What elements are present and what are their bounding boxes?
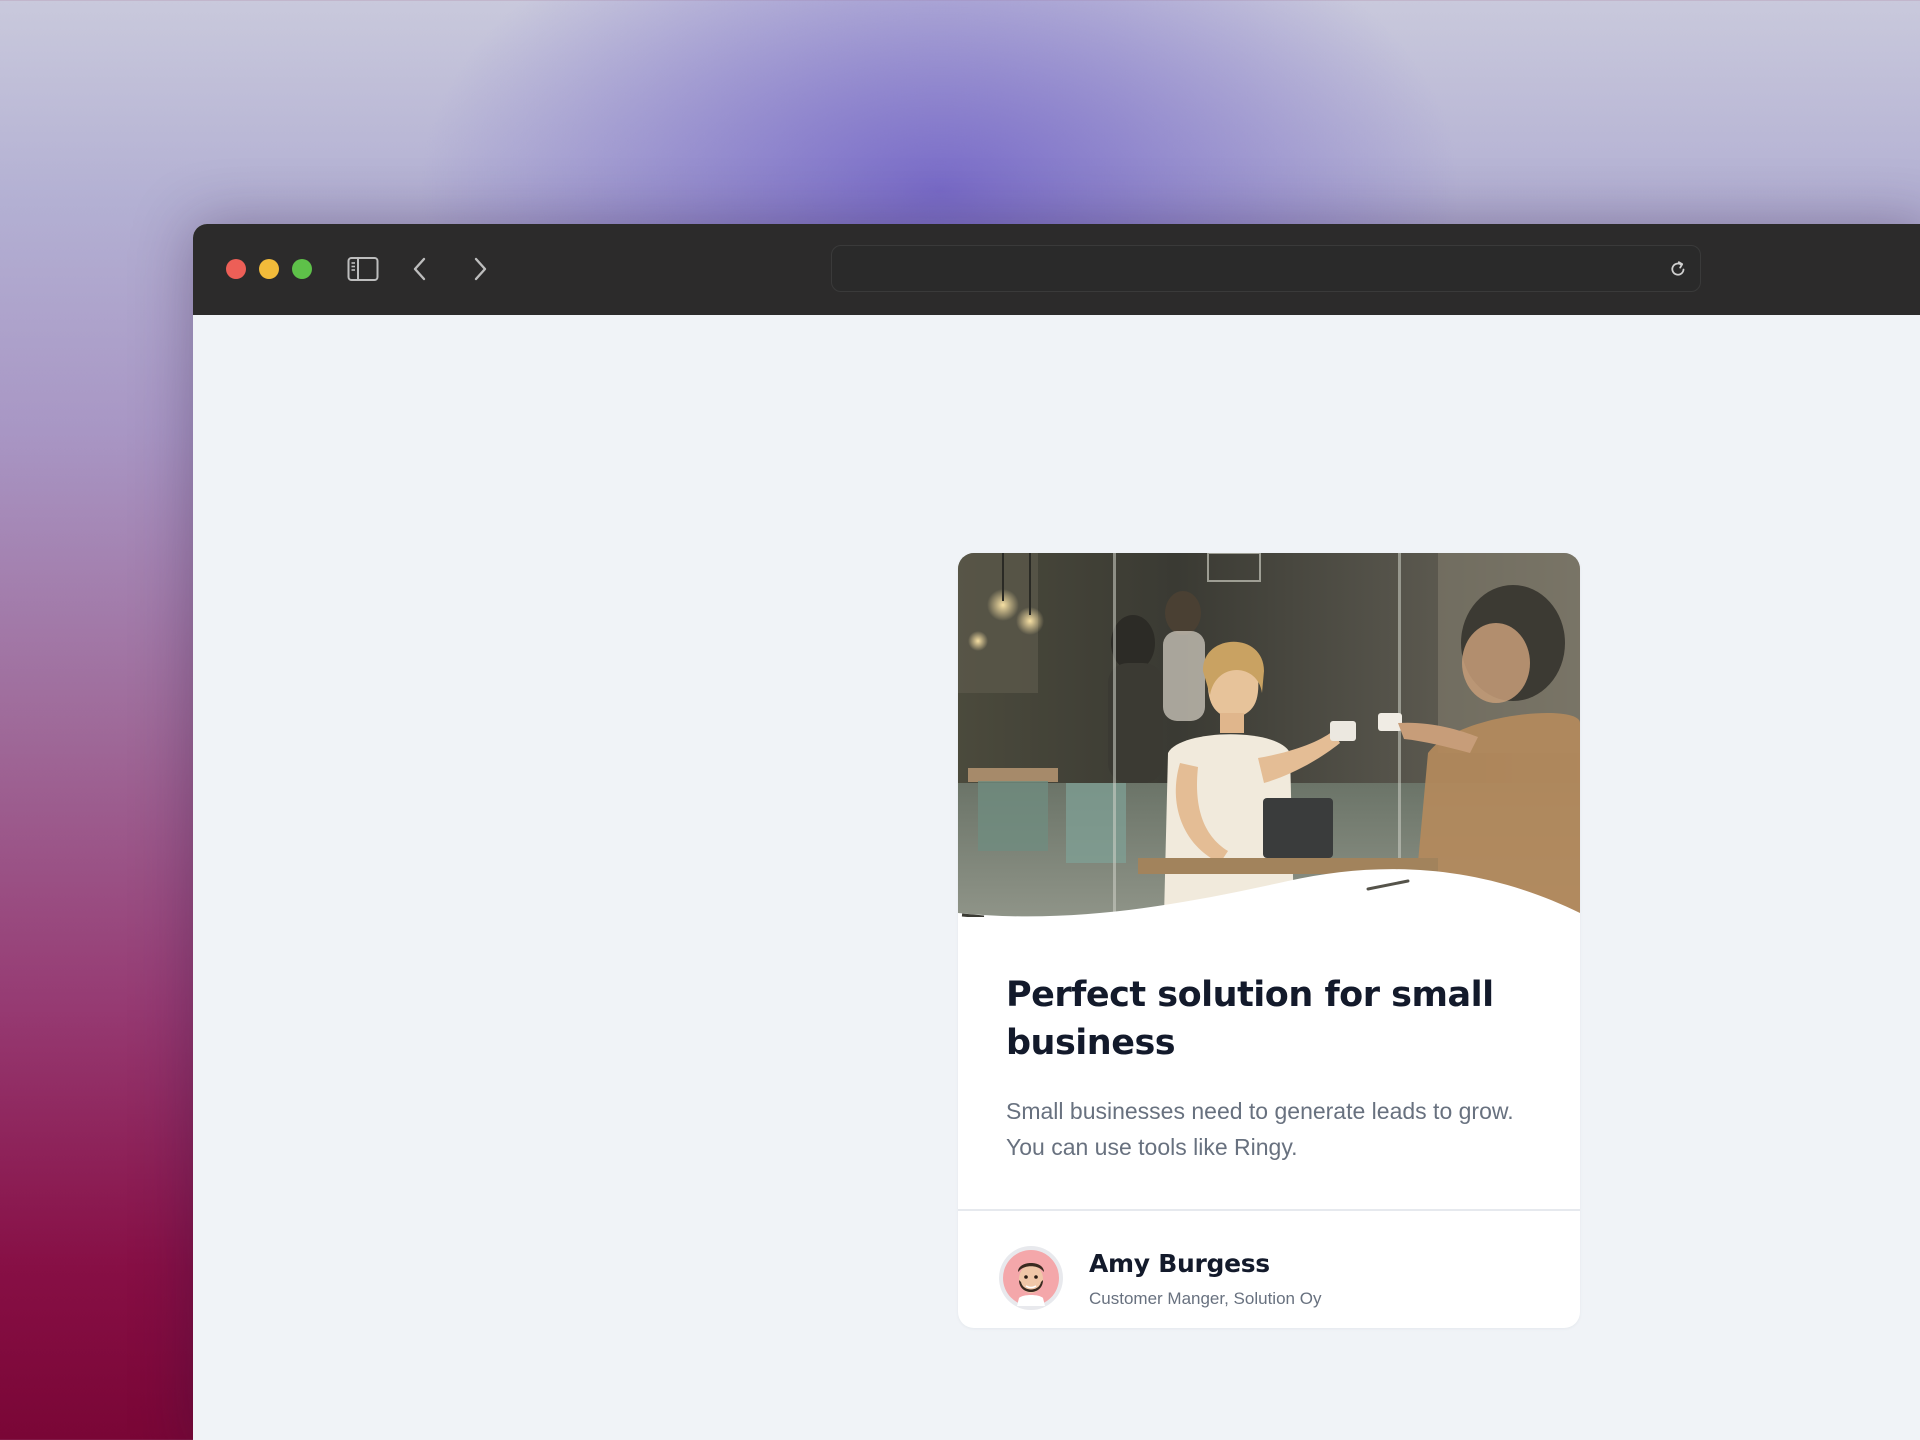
forward-button[interactable]: [463, 252, 497, 286]
author-role: Customer Manger, Solution Oy: [1089, 1289, 1322, 1308]
author-name: Amy Burgess: [1089, 1249, 1270, 1278]
back-button[interactable]: [403, 252, 437, 286]
address-bar[interactable]: [831, 245, 1701, 292]
card-description: Small businesses need to generate leads …: [1006, 1098, 1514, 1160]
chevron-left-icon: [413, 257, 426, 281]
memoji-avatar-icon: [1003, 1250, 1059, 1306]
reload-icon: [1671, 261, 1685, 276]
chevron-right-icon: [474, 257, 487, 281]
close-window-button[interactable]: [226, 259, 246, 279]
divider: [958, 1209, 1580, 1211]
sidebar-icon: [347, 257, 379, 281]
browser-toolbar: [193, 224, 1920, 315]
blog-card[interactable]: Perfect solution for small business Smal…: [958, 553, 1580, 1328]
browser-window: Perfect solution for small business Smal…: [193, 224, 1920, 1440]
sidebar-toggle-button[interactable]: [346, 252, 380, 286]
card-cover-image: [958, 553, 1580, 917]
zoom-window-button[interactable]: [292, 259, 312, 279]
reload-button[interactable]: [1666, 257, 1690, 281]
cafe-photo: [958, 553, 1580, 917]
minimize-window-button[interactable]: [259, 259, 279, 279]
card-title[interactable]: Perfect solution for small business: [1006, 971, 1526, 1067]
avatar[interactable]: [999, 1246, 1063, 1310]
